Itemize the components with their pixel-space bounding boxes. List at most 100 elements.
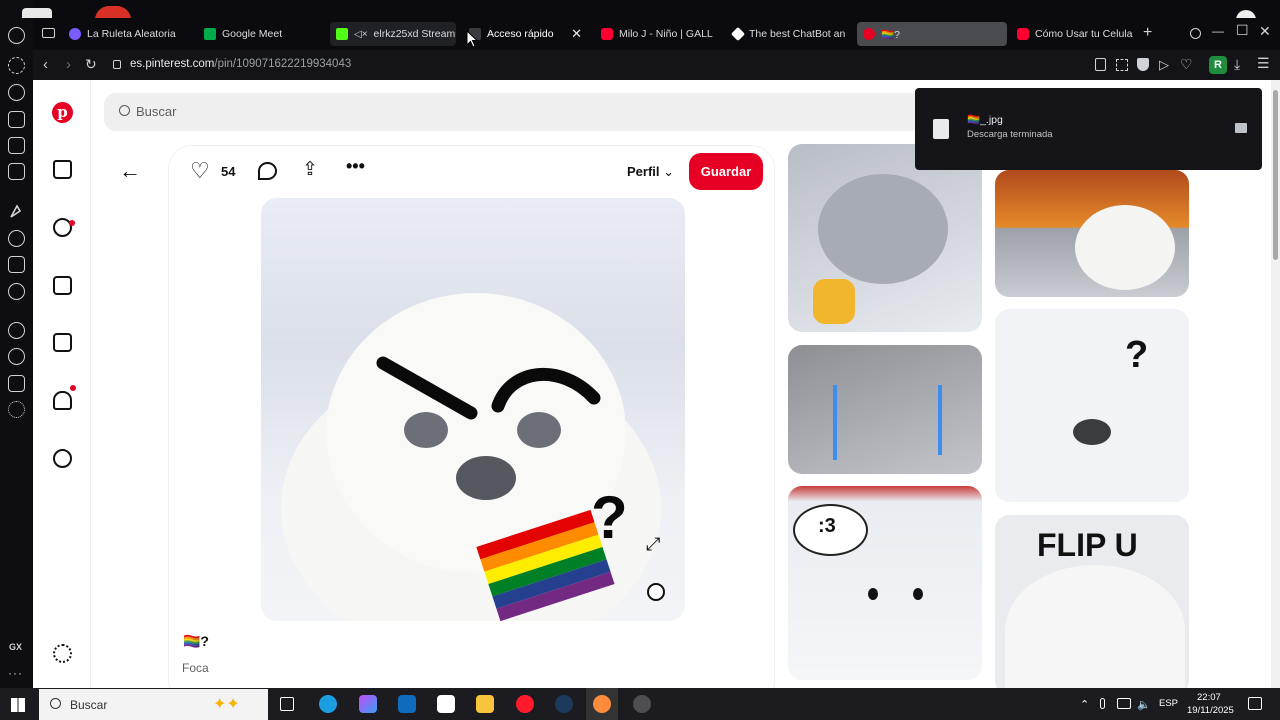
volume-icon[interactable]: 🔈 <box>1137 698 1151 711</box>
download-filename[interactable]: 🏳️‍🌈_.jpg <box>967 113 1003 126</box>
bookmark-heart-icon[interactable]: ♡ <box>1180 56 1193 73</box>
opera-logo-icon[interactable] <box>8 27 25 44</box>
store-icon[interactable] <box>437 695 455 713</box>
reload-button[interactable]: ↻ <box>85 56 97 73</box>
pinterest-favicon-icon <box>863 28 875 40</box>
rail-more-icon[interactable]: ··· <box>8 666 23 680</box>
pinterest-logo-icon[interactable]: p <box>52 102 73 123</box>
show-in-folder-icon[interactable] <box>1235 123 1247 133</box>
tab-search-icon[interactable] <box>1190 28 1201 39</box>
steam-icon[interactable] <box>555 695 573 713</box>
rail-ai-icon[interactable] <box>8 84 25 101</box>
titlebar-thumbnail-icon <box>22 8 52 18</box>
opera-gx-icon[interactable] <box>633 695 651 713</box>
seal-pin-image[interactable]: ? ⤢ <box>261 198 685 621</box>
close-window-button[interactable]: ✕ <box>1259 23 1271 40</box>
opera-icon[interactable] <box>516 695 534 713</box>
url-field[interactable]: es.pinterest.com/pin/1090716222199340​43 <box>130 58 351 70</box>
notifications-icon[interactable] <box>1248 697 1262 710</box>
tab-kick-stream[interactable]: ◁× elrkz25xd Stream <box>330 22 456 46</box>
comment-icon[interactable] <box>258 162 277 180</box>
heart-icon[interactable]: ♡ <box>190 158 210 184</box>
rail-pin-icon[interactable] <box>8 111 25 128</box>
back-arrow-icon[interactable]: ← <box>119 158 141 184</box>
adblock-shield-icon[interactable] <box>1137 58 1149 71</box>
like-count: 54 <box>221 164 236 179</box>
settings-gear-icon[interactable] <box>53 644 72 663</box>
boards-icon[interactable] <box>53 276 72 295</box>
forward-button[interactable]: › <box>66 56 71 73</box>
language-indicator[interactable]: ESP <box>1159 698 1178 709</box>
muted-icon[interactable]: ◁× <box>354 29 368 40</box>
taskbar-search-input[interactable]: Buscar <box>70 698 107 712</box>
edge-icon[interactable] <box>319 695 337 713</box>
share-icon[interactable]: ⇪ <box>302 158 318 181</box>
related-pin-question-seal[interactable]: ? <box>995 309 1189 502</box>
pin-url-icon[interactable] <box>1095 58 1106 71</box>
rail-notes-icon[interactable] <box>8 137 25 154</box>
notifications-bell-icon[interactable] <box>53 391 72 410</box>
file-explorer-icon[interactable] <box>476 695 494 713</box>
tab-como-usar[interactable]: Cómo Usar tu Celula <box>1011 22 1143 46</box>
profile-avatar[interactable]: R <box>1209 56 1227 74</box>
outlook-icon[interactable] <box>398 695 416 713</box>
new-tab-button[interactable]: + <box>1143 24 1152 42</box>
microphone-icon[interactable] <box>1100 698 1105 709</box>
scrollbar-thumb[interactable] <box>1273 90 1278 260</box>
board-select-dropdown[interactable]: Perfil ⌄ <box>627 164 674 180</box>
search-input[interactable]: Buscar <box>136 104 176 119</box>
copilot-icon[interactable] <box>359 695 377 713</box>
tab-meet[interactable]: Google Meet <box>198 22 323 46</box>
rail-settings-icon[interactable] <box>8 401 25 418</box>
related-pin-flip-u-seal[interactable]: FLIP U <box>995 515 1189 688</box>
rail-cursor-icon[interactable] <box>8 203 25 220</box>
related-pin-waving-seal[interactable]: :3 <box>788 486 982 680</box>
related-pin-explosion-seal[interactable] <box>995 170 1189 297</box>
task-view-icon[interactable] <box>280 697 294 711</box>
rail-history-icon[interactable] <box>8 348 25 365</box>
tab-strip: La Ruleta Aleatoria Google Meet ◁× elrkz2… <box>33 18 1280 50</box>
rail-whatsapp-icon[interactable] <box>8 283 25 300</box>
pin-board-name[interactable]: Foca <box>182 661 209 675</box>
visual-search-icon[interactable] <box>647 583 665 601</box>
clock-time[interactable]: 22:07 <box>1197 692 1221 703</box>
network-icon[interactable] <box>1117 698 1131 709</box>
related-pin-laughing-seal[interactable] <box>788 144 982 332</box>
tab-milo-j[interactable]: Milo J - Niño | GALL <box>595 22 720 46</box>
more-options-icon[interactable]: ••• <box>346 156 365 177</box>
taskbar-search[interactable]: Buscar ✦✦ <box>39 689 268 720</box>
tab-chatbot[interactable]: The best ChatBot an <box>727 22 852 46</box>
send-icon[interactable]: ▷ <box>1159 57 1169 73</box>
maximize-button[interactable]: ☐ <box>1236 22 1249 39</box>
kick-favicon-icon <box>336 28 348 40</box>
easy-setup-menu-icon[interactable]: ☰ <box>1257 55 1270 72</box>
start-windows-icon[interactable] <box>11 698 25 712</box>
page-scrollbar[interactable] <box>1271 80 1280 688</box>
rail-instagram-icon[interactable] <box>8 163 25 180</box>
messages-icon[interactable] <box>53 449 72 468</box>
seal-eye <box>868 588 878 600</box>
downloads-icon[interactable]: ⤓ <box>1234 56 1240 73</box>
clock-date[interactable]: 19/11/2025 <box>1187 705 1234 716</box>
workspaces-icon[interactable] <box>42 28 55 38</box>
rail-player-icon[interactable] <box>8 322 25 339</box>
search-bar[interactable]: Buscar <box>104 93 924 131</box>
back-button[interactable]: ‹ <box>43 56 48 73</box>
rail-extensions-icon[interactable] <box>8 375 25 392</box>
tray-chevron-icon[interactable]: ⌃ <box>1080 698 1089 711</box>
rail-update-icon[interactable] <box>8 57 25 74</box>
rail-twitch-icon[interactable] <box>8 256 25 273</box>
snapshot-icon[interactable] <box>1116 59 1128 71</box>
save-button[interactable]: Guardar <box>689 153 763 190</box>
rail-discord-icon[interactable] <box>8 230 25 247</box>
related-pin-crying-seal[interactable] <box>788 345 982 474</box>
create-icon[interactable] <box>53 333 72 352</box>
expand-icon[interactable]: ⤢ <box>646 534 660 555</box>
opera-gx-active-icon[interactable] <box>586 688 618 720</box>
tab-ruleta[interactable]: La Ruleta Aleatoria <box>63 22 188 46</box>
home-icon[interactable] <box>53 160 72 179</box>
tab-pinterest-pin[interactable]: 🏳️‍🌈? <box>857 22 1007 46</box>
minimize-button[interactable]: — <box>1212 24 1224 38</box>
tab-close-icon[interactable]: ✕ <box>571 26 582 42</box>
tab-acceso-rapido[interactable]: Acceso rápido ✕ <box>463 22 588 46</box>
